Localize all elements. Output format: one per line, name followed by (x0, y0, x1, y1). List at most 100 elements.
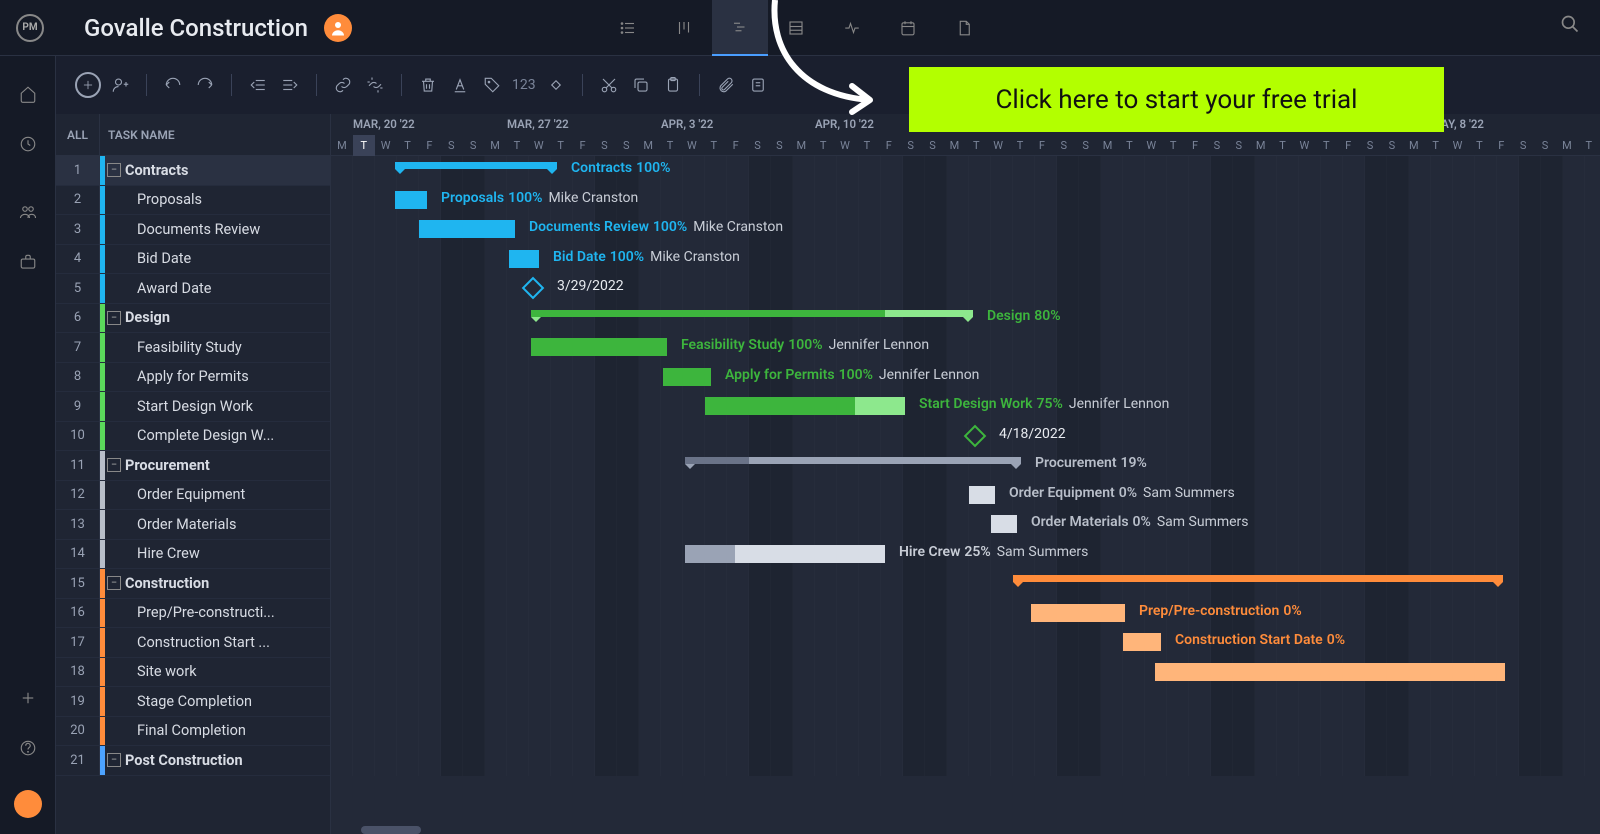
task-row[interactable]: 3Documents Review (56, 215, 330, 245)
gantt-bar-label: Order Materials0%Sam Summers (1031, 514, 1249, 530)
user-avatar[interactable] (14, 790, 42, 818)
task-row[interactable]: 20Final Completion (56, 717, 330, 747)
gantt-summary-bar[interactable] (685, 457, 1021, 464)
text-color-icon[interactable] (444, 69, 476, 101)
task-row[interactable]: 16Prep/Pre-constructi... (56, 599, 330, 629)
search-icon[interactable] (1560, 14, 1580, 38)
task-row[interactable]: 4Bid Date (56, 245, 330, 275)
row-color-bar (100, 746, 105, 775)
add-icon[interactable] (10, 680, 46, 716)
task-row[interactable]: 7Feasibility Study (56, 333, 330, 363)
column-all[interactable]: ALL (56, 114, 100, 155)
row-number: 13 (56, 510, 100, 539)
gantt-bar-label: Start Design Work75%Jennifer Lennon (919, 396, 1169, 412)
task-row[interactable]: 19Stage Completion (56, 687, 330, 717)
attachment-icon[interactable] (710, 69, 742, 101)
task-row[interactable]: 1−Contracts (56, 156, 330, 186)
view-file-icon[interactable] (936, 0, 992, 56)
recent-icon[interactable] (10, 126, 46, 162)
gantt-task-bar[interactable] (395, 191, 427, 209)
gantt-milestone-label: 4/18/2022 (999, 426, 1066, 442)
link-icon[interactable] (327, 69, 359, 101)
view-sheet-icon[interactable] (768, 0, 824, 56)
view-gantt-icon[interactable] (712, 0, 768, 56)
task-row[interactable]: 10Complete Design W... (56, 422, 330, 452)
project-avatar[interactable] (324, 14, 352, 42)
undo-icon[interactable] (157, 69, 189, 101)
expand-toggle-icon[interactable]: − (107, 576, 121, 590)
row-number: 21 (56, 746, 100, 775)
task-list-panel: ALL TASK NAME 1−Contracts2Proposals3Docu… (56, 114, 331, 834)
gantt-task-bar[interactable] (1031, 604, 1125, 622)
gantt-task-bar[interactable] (969, 486, 995, 504)
task-row[interactable]: 17Construction Start ... (56, 628, 330, 658)
gantt-task-bar[interactable] (685, 545, 885, 563)
home-icon[interactable] (10, 76, 46, 112)
copy-icon[interactable] (625, 69, 657, 101)
task-row[interactable]: 11−Procurement (56, 451, 330, 481)
view-calendar-icon[interactable] (880, 0, 936, 56)
column-task-name[interactable]: TASK NAME (100, 114, 330, 155)
day-cell: F (1490, 135, 1512, 156)
note-icon[interactable] (742, 69, 774, 101)
task-row[interactable]: 18Site work (56, 658, 330, 688)
app-logo[interactable]: PM (16, 14, 44, 42)
view-activity-icon[interactable] (824, 0, 880, 56)
day-cell: S (1206, 135, 1228, 156)
gantt-task-bar[interactable] (1155, 663, 1505, 681)
expand-toggle-icon[interactable]: − (107, 163, 121, 177)
indent-icon[interactable] (274, 69, 306, 101)
gantt-milestone-icon[interactable] (522, 277, 545, 300)
help-icon[interactable] (10, 730, 46, 766)
redo-icon[interactable] (189, 69, 221, 101)
view-list-icon[interactable] (600, 0, 656, 56)
gantt-row: Order Equipment0%Sam Summers (331, 481, 1600, 511)
gantt-milestone-icon[interactable] (964, 424, 987, 447)
expand-toggle-icon[interactable]: − (107, 458, 121, 472)
day-cell: T (397, 135, 419, 156)
gantt-task-bar[interactable] (991, 515, 1017, 533)
task-row[interactable]: 8Apply for Permits (56, 363, 330, 393)
gantt-task-bar[interactable] (1123, 633, 1161, 651)
tag-icon[interactable] (476, 69, 508, 101)
cta-free-trial-button[interactable]: Click here to start your free trial (909, 67, 1444, 132)
unlink-icon[interactable] (359, 69, 391, 101)
task-row[interactable]: 5Award Date (56, 274, 330, 304)
paste-icon[interactable] (657, 69, 689, 101)
gantt-row: Construction Start Date0% (331, 628, 1600, 658)
day-cell: S (1534, 135, 1556, 156)
task-row[interactable]: 13Order Materials (56, 510, 330, 540)
task-row[interactable]: 9Start Design Work (56, 392, 330, 422)
gantt-row: Proposals100%Mike Cranston (331, 186, 1600, 216)
briefcase-icon[interactable] (10, 244, 46, 280)
expand-toggle-icon[interactable]: − (107, 311, 121, 325)
task-row[interactable]: 14Hire Crew (56, 540, 330, 570)
task-row[interactable]: 2Proposals (56, 186, 330, 216)
gantt-summary-bar[interactable] (395, 162, 557, 169)
assign-icon[interactable] (104, 69, 136, 101)
expand-toggle-icon[interactable]: − (107, 753, 121, 767)
delete-icon[interactable] (412, 69, 444, 101)
gantt-summary-bar[interactable] (1013, 575, 1503, 582)
gantt-task-bar[interactable] (705, 397, 905, 415)
milestone-tool-icon[interactable] (540, 69, 572, 101)
gantt-task-bar[interactable] (509, 250, 539, 268)
row-number: 9 (56, 392, 100, 421)
cut-icon[interactable] (593, 69, 625, 101)
task-row[interactable]: 6−Design (56, 304, 330, 334)
task-row[interactable]: 21−Post Construction (56, 746, 330, 776)
gantt-summary-bar[interactable] (531, 310, 973, 317)
day-cell: T (1469, 135, 1491, 156)
gantt-chart[interactable]: MAR, 20 '22MAR, 27 '22APR, 3 '22APR, 10 … (331, 114, 1600, 834)
gantt-task-bar[interactable] (419, 220, 515, 238)
horizontal-scrollbar[interactable] (361, 826, 421, 834)
task-row[interactable]: 12Order Equipment (56, 481, 330, 511)
gantt-task-bar[interactable] (663, 368, 711, 386)
add-task-button[interactable] (75, 72, 101, 98)
team-icon[interactable] (10, 194, 46, 230)
view-board-icon[interactable] (656, 0, 712, 56)
week-label: MAR, 20 '22 (353, 117, 415, 131)
task-row[interactable]: 15−Construction (56, 569, 330, 599)
gantt-task-bar[interactable] (531, 338, 667, 356)
outdent-icon[interactable] (242, 69, 274, 101)
